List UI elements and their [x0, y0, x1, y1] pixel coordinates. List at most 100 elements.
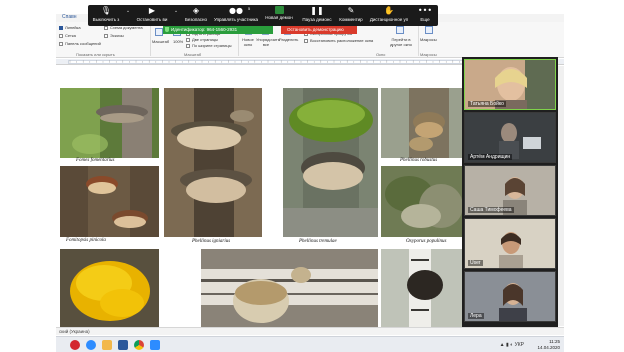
split-button[interactable]: Разделить	[279, 37, 298, 42]
status-bar: ский (Украина)	[56, 327, 564, 335]
more-icon: •••	[417, 6, 433, 15]
participant-name: Татьяна Бойко	[468, 101, 506, 107]
zoom-button[interactable]: Масштаб	[152, 39, 169, 44]
status-language[interactable]: ский (Украина)	[59, 329, 90, 334]
restore-pos-button[interactable]: Восстановить расположение окна	[304, 38, 373, 43]
tray-icons[interactable]: ▲ ▮ ◐ УКР	[500, 342, 524, 348]
switch-windows-button[interactable]: Перейти в другое окно	[388, 37, 414, 47]
grid-label: Сетка	[65, 33, 76, 38]
participants-icon: ●●	[229, 6, 243, 15]
video-camera-icon: ▶	[148, 6, 156, 15]
stop-video-button[interactable]: ▶ Остановить ви	[132, 6, 172, 22]
message-panel-checkbox[interactable]: Панель сообщений	[59, 41, 101, 46]
message-panel-label: Панель сообщений	[65, 41, 101, 46]
remote-control-label: Дистанционное уп	[369, 17, 409, 22]
chevron-up-icon[interactable]: ⌃	[172, 10, 180, 16]
group-show-label: Показать или скрыть	[76, 52, 115, 57]
restore-pos-label: Восстановить расположение окна	[310, 38, 374, 43]
page-width-label: По ширине страницы	[192, 43, 232, 48]
thumbnails-checkbox[interactable]: Эскизы	[104, 33, 124, 38]
photo-phellinus-robustus	[381, 88, 463, 158]
group-window-label: Окно	[376, 52, 386, 57]
more-button[interactable]: ••• Еще	[414, 6, 436, 22]
participant-name: Артём Андрищин	[468, 154, 513, 160]
macros-button[interactable]: Макросы	[420, 37, 437, 42]
meeting-id-pill[interactable]: Идентификатор: 964-1560-2931	[163, 26, 273, 34]
ruler-label: Линейка	[65, 25, 81, 30]
shield-icon: ◈	[192, 6, 200, 15]
remote-control-icon: ✋	[384, 6, 394, 15]
pause-share-button[interactable]: ❚❚ Пауза демонс	[298, 6, 336, 22]
two-pages-label: Две страницы	[192, 37, 219, 42]
zoom-icon[interactable]	[155, 28, 163, 36]
annotate-label: Комментир	[339, 17, 363, 22]
two-pages-button[interactable]: Две страницы	[186, 37, 218, 42]
participants-panel: Татьяна Бойко Артём Андрищин Саша Тимофе…	[462, 57, 558, 327]
mute-button[interactable]: 🎙 Выключить з	[88, 6, 124, 22]
caption-phellinus-robustus: Phellinus robustus	[400, 158, 438, 163]
photo-oxyporus-populinus	[381, 166, 463, 237]
new-window-button[interactable]: Новое окно	[241, 37, 255, 47]
arrange-all-button[interactable]: Упорядочить все	[256, 37, 280, 47]
annotate-button[interactable]: ✎ Комментир	[336, 6, 366, 22]
switch-windows-icon[interactable]	[396, 26, 404, 34]
checkbox-icon	[104, 25, 108, 30]
pause-icon: ❚❚	[310, 6, 324, 15]
participant-name: Саша Тимофеева	[468, 207, 514, 213]
stop-share-button[interactable]: Остановить демонстрацию	[281, 26, 357, 34]
photo-chaga	[381, 249, 463, 327]
macros-icon[interactable]	[425, 26, 433, 34]
share-screen-icon	[274, 6, 284, 14]
participants-label: Управлять участника	[213, 17, 259, 22]
participant-tile[interactable]: Саша Тимофеева	[464, 165, 556, 216]
restore-icon	[304, 38, 308, 43]
page-width-button[interactable]: По ширине страницы	[186, 43, 232, 48]
zoom-toolbar: 🎙 Выключить з ⌃ ▶ Остановить ви ⌃ ◈ Безопас…	[88, 5, 438, 26]
stop-share-label: Остановить демонстрацию	[287, 27, 344, 32]
opera-icon[interactable]	[70, 340, 80, 350]
participant-tile[interactable]: User	[464, 218, 556, 269]
pause-share-label: Пауза демонс	[302, 17, 332, 22]
participant-name: User	[468, 260, 483, 266]
participants-count: 5	[248, 6, 251, 11]
zoom-icon[interactable]	[86, 340, 96, 350]
separator	[418, 24, 419, 56]
chrome-icon[interactable]	[134, 340, 144, 350]
checkbox-icon	[59, 25, 63, 30]
group-macros-label: Макросы	[420, 52, 437, 57]
new-share-button[interactable]: Новая демон	[260, 6, 298, 20]
security-button[interactable]: ◈ Безопасно	[180, 6, 212, 22]
tab-view[interactable]: Спавн	[62, 14, 77, 20]
security-label: Безопасно	[184, 17, 208, 22]
participants-button[interactable]: ●● Управлять участника	[212, 6, 260, 22]
grid-checkbox[interactable]: Сетка	[59, 33, 76, 38]
participant-tile[interactable]: Артём Андрищин	[464, 112, 556, 163]
photo-laetiporus	[60, 249, 159, 327]
mute-label: Выключить з	[92, 17, 120, 22]
photo-phellinus-igniarius	[164, 88, 262, 237]
zoom-100-button[interactable]: 100%	[173, 39, 183, 44]
word-icon[interactable]	[118, 340, 128, 350]
document-page: Fomes fomentarius Phellinus igniarius Ph…	[56, 66, 463, 327]
shield-icon	[165, 27, 169, 32]
thumbnails-label: Эскизы	[110, 33, 124, 38]
width-icon	[186, 43, 190, 48]
clock[interactable]: 11:25 14.04.2020	[537, 339, 560, 351]
participant-tile[interactable]: Татьяна Бойко	[464, 59, 556, 110]
chevron-up-icon[interactable]: ⌃	[124, 10, 132, 16]
screen: Спавн Линейка Сетка Панель сообщений Схе…	[0, 0, 624, 352]
caption-oxyporus: Oxyporus populinus	[406, 239, 447, 244]
checkbox-icon	[104, 33, 108, 38]
photo-fomes-fomentarius	[60, 88, 159, 158]
participant-name: Лера	[468, 313, 484, 319]
caption-phellinus-tremulae: Phellinus tremulae	[299, 239, 337, 244]
zoom-meeting-icon[interactable]	[150, 340, 160, 350]
photo-fomitopsis-pinicola	[60, 166, 159, 237]
participant-tile[interactable]: Лера	[464, 271, 556, 322]
separator	[150, 24, 151, 56]
remote-control-button[interactable]: ✋ Дистанционное уп	[366, 6, 412, 22]
share-status-bar: Идентификатор: 964-1560-2931 Остановить …	[163, 26, 357, 34]
tray-lang[interactable]: УКР	[515, 342, 524, 348]
ruler-checkbox[interactable]: Линейка	[59, 25, 81, 30]
explorer-icon[interactable]	[102, 340, 112, 350]
